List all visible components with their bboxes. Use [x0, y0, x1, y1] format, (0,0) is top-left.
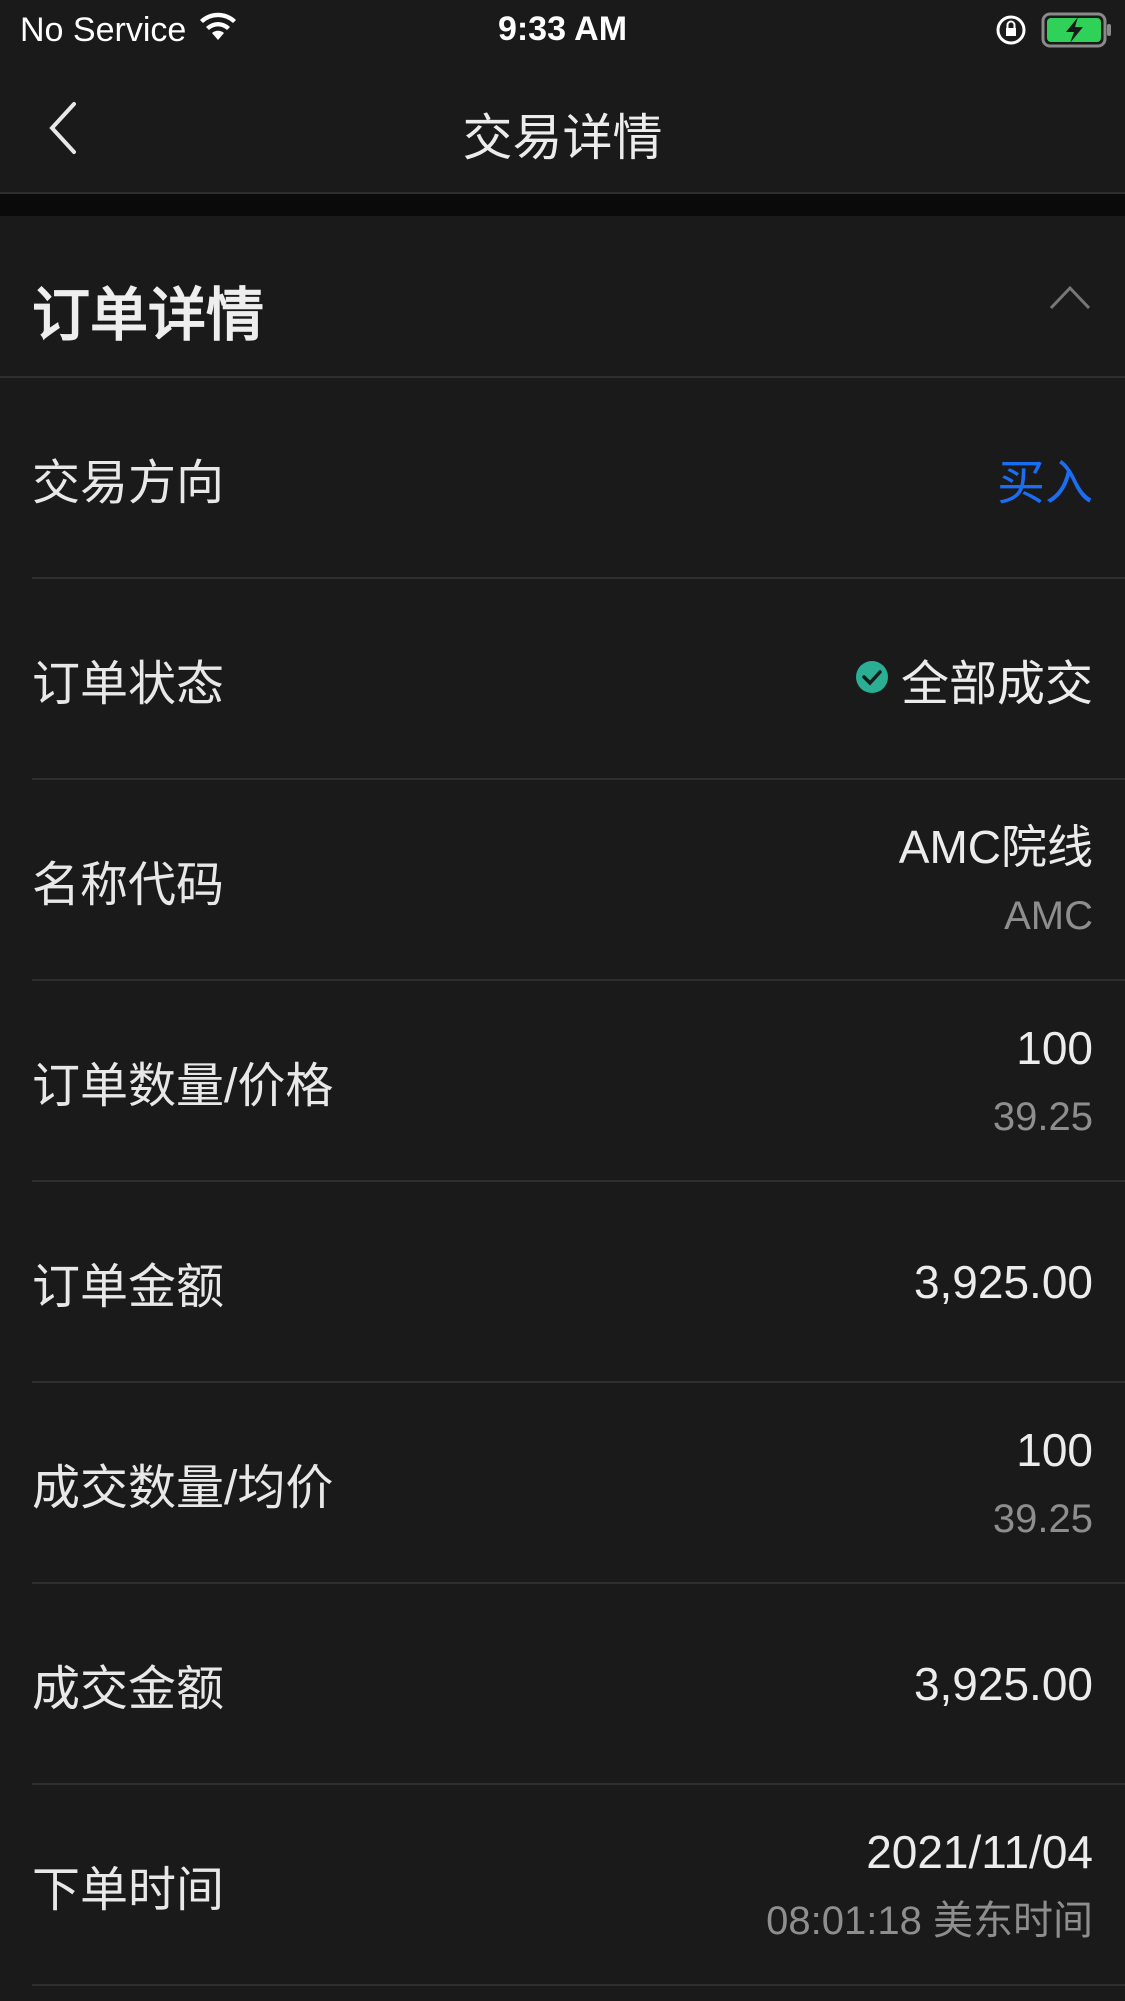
- orientation-lock-icon: [995, 14, 1027, 55]
- page-title: 交易详情: [462, 110, 663, 166]
- navigation-bar: 交易详情: [0, 62, 1125, 194]
- average-price: 39.25: [992, 1496, 1093, 1541]
- section-title: 订单详情: [32, 283, 265, 348]
- row-label: 订单状态: [32, 657, 225, 711]
- row-order-time: 下单时间 2021/11/04 08:01:18 美东时间: [32, 1785, 1125, 1986]
- order-details-header: 订单详情: [0, 216, 1125, 378]
- row-label: 订单数量/价格: [32, 1059, 334, 1113]
- battery-charging-icon: [1041, 12, 1113, 57]
- row-order-amount: 订单金额 3,925.00: [32, 1182, 1125, 1383]
- filled-amount: 3,925.00: [913, 1657, 1093, 1710]
- row-filled-qty-avg-price: 成交数量/均价 100 39.25: [32, 1383, 1125, 1584]
- order-price: 39.25: [992, 1094, 1093, 1139]
- row-label: 下单时间: [32, 1863, 225, 1917]
- chevron-up-icon: [1049, 285, 1091, 310]
- row-label: 交易方向: [32, 456, 225, 510]
- filled-quantity: 100: [1016, 1423, 1093, 1476]
- stock-symbol: AMC: [1004, 893, 1093, 938]
- row-order-qty-price: 订单数量/价格 100 39.25: [32, 981, 1125, 1182]
- stock-name: AMC院线: [898, 820, 1093, 873]
- collapse-button[interactable]: [1045, 278, 1095, 318]
- trade-direction-value: 买入: [996, 456, 1093, 510]
- row-filled-amount: 成交金额 3,925.00: [32, 1584, 1125, 1785]
- order-quantity: 100: [1016, 1021, 1093, 1074]
- row-label: 成交数量/均价: [32, 1461, 334, 1515]
- order-date: 2021/11/04: [866, 1825, 1093, 1878]
- row-label: 名称代码: [32, 858, 225, 912]
- status-bar: No Service 9:33 AM: [0, 0, 1125, 62]
- order-status-value: 全部成交: [900, 657, 1093, 711]
- section-divider: [0, 194, 1125, 216]
- row-label: 订单金额: [32, 1260, 225, 1314]
- clock: 9:33 AM: [497, 10, 628, 48]
- order-time: 08:01:18 美东时间: [766, 1898, 1093, 1943]
- order-amount: 3,925.00: [913, 1255, 1093, 1308]
- row-name-symbol: 名称代码 AMC院线 AMC: [32, 780, 1125, 981]
- row-order-status: 订单状态 全部成交: [32, 579, 1125, 780]
- check-circle-icon: [855, 651, 889, 706]
- row-trade-direction: 交易方向 买入: [32, 378, 1125, 579]
- row-label: 成交金额: [32, 1662, 225, 1716]
